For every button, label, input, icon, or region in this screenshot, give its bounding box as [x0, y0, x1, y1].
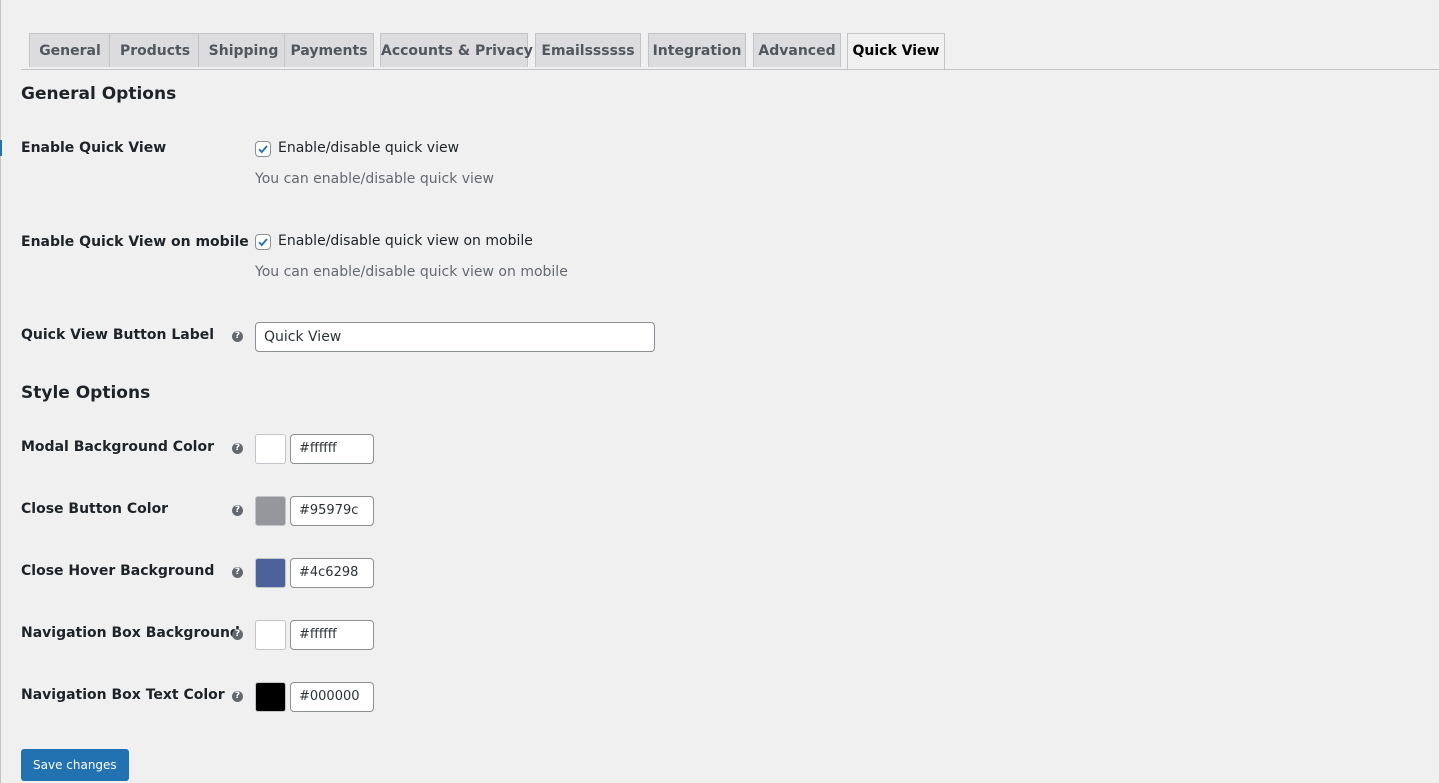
close-button-color-label: Close Button Color: [21, 501, 169, 517]
checkmark-icon: [258, 145, 268, 154]
navigation-box-background-label: Navigation Box Background: [21, 625, 240, 641]
settings-tabs: General Products Shipping Payments Accou…: [21, 33, 1439, 70]
question-circle-icon[interactable]: ?: [232, 691, 243, 702]
close-button-color-swatch[interactable]: [255, 496, 286, 526]
enable-quick-view-mobile-checkbox-label[interactable]: Enable/disable quick view on mobile: [278, 233, 533, 249]
enable-quick-view-checkbox[interactable]: [255, 141, 271, 157]
navigation-box-background-swatch[interactable]: [255, 620, 286, 650]
navigation-box-text-color-swatch[interactable]: [255, 682, 286, 712]
checkmark-icon: [258, 238, 268, 247]
tab-advanced[interactable]: Advanced: [753, 33, 841, 67]
tab-emails[interactable]: Emailssssss: [535, 33, 641, 67]
tab-payments[interactable]: Payments: [284, 33, 374, 67]
question-circle-icon[interactable]: ?: [232, 629, 243, 640]
modal-background-color-input[interactable]: #ffffff: [290, 434, 374, 464]
question-circle-icon[interactable]: ?: [232, 567, 243, 578]
style-options-heading: Style Options: [21, 383, 151, 403]
close-hover-background-swatch[interactable]: [255, 558, 286, 588]
quick-view-button-label-input[interactable]: Quick View: [255, 322, 655, 352]
settings-page: General Products Shipping Payments Accou…: [0, 0, 1439, 783]
tab-integration[interactable]: Integration: [648, 33, 746, 67]
general-options-heading: General Options: [21, 84, 177, 104]
quick-view-button-label-label: Quick View Button Label: [21, 327, 215, 343]
modal-background-color-swatch[interactable]: [255, 434, 286, 464]
modal-background-color-label: Modal Background Color: [21, 439, 215, 455]
admin-menu-indicator: [0, 140, 2, 156]
tab-products[interactable]: Products: [109, 33, 201, 67]
tab-general[interactable]: General: [29, 33, 111, 67]
navigation-box-background-input[interactable]: #ffffff: [290, 620, 374, 650]
enable-quick-view-mobile-checkbox[interactable]: [255, 234, 271, 250]
enable-quick-view-label: Enable Quick View: [21, 140, 167, 156]
enable-quick-view-checkbox-label[interactable]: Enable/disable quick view: [278, 140, 459, 156]
enable-quick-view-mobile-label: Enable Quick View on mobile: [21, 234, 249, 250]
tab-accounts-privacy[interactable]: Accounts & Privacy: [380, 33, 533, 67]
close-hover-background-input[interactable]: #4c6298: [290, 558, 374, 588]
tab-shipping[interactable]: Shipping: [198, 33, 289, 67]
navigation-box-text-color-label: Navigation Box Text Color: [21, 687, 225, 703]
question-circle-icon[interactable]: ?: [232, 443, 243, 454]
question-circle-icon[interactable]: ?: [232, 331, 243, 342]
admin-sidebar-edge: [0, 0, 1, 783]
navigation-box-text-color-input[interactable]: #000000: [290, 682, 374, 712]
enable-quick-view-description: You can enable/disable quick view: [255, 171, 494, 187]
enable-quick-view-mobile-description: You can enable/disable quick view on mob…: [255, 264, 568, 280]
question-circle-icon[interactable]: ?: [232, 505, 243, 516]
close-button-color-input[interactable]: #95979c: [290, 496, 374, 526]
tab-quick-view[interactable]: Quick View: [847, 33, 945, 69]
close-hover-background-label: Close Hover Background: [21, 563, 215, 579]
save-changes-button[interactable]: Save changes: [21, 749, 129, 781]
